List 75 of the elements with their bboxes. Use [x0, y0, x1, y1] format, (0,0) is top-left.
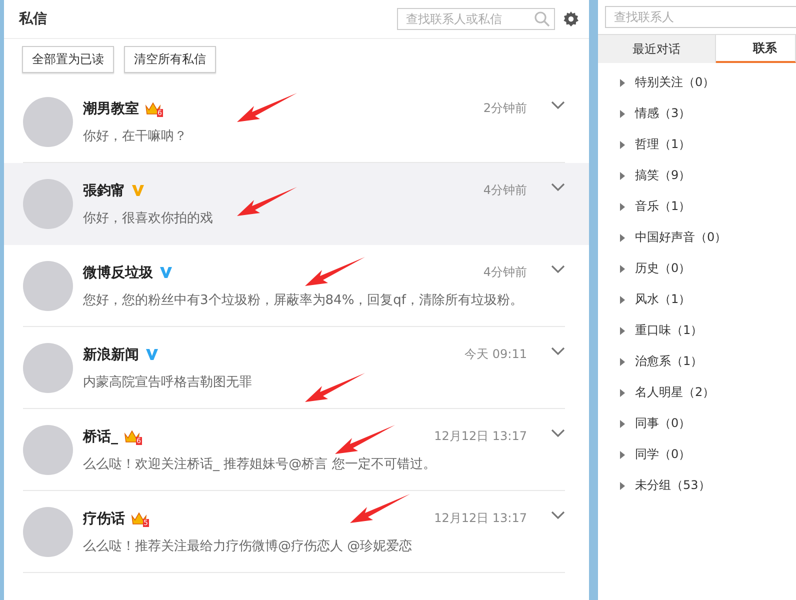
message-preview: 内蒙高院宣告呼格吉勒图无罪	[83, 374, 252, 390]
avatar	[23, 261, 73, 311]
contact-name: 潮男教室	[83, 100, 139, 118]
contact-name: 疗伤话	[83, 510, 125, 528]
chevron-down-icon[interactable]	[551, 101, 565, 110]
conversation-row[interactable]: 張鈞甯 4分钟前 你好，很喜欢你拍的戏	[4, 163, 589, 245]
message-preview: 你好，在干嘛呐？	[83, 128, 187, 144]
expand-triangle-icon[interactable]	[620, 202, 625, 210]
expand-triangle-icon[interactable]	[620, 358, 625, 366]
contact-search-field[interactable]: 查找联系人	[605, 6, 796, 28]
annotation-arrow	[349, 493, 411, 525]
contact-group[interactable]: 历史（0）	[598, 253, 697, 284]
expand-triangle-icon[interactable]	[620, 234, 625, 242]
contact-name: 微博反垃圾	[83, 264, 153, 282]
expand-triangle-icon[interactable]	[620, 78, 625, 86]
expand-triangle-icon[interactable]	[620, 450, 625, 458]
avatar	[23, 507, 73, 557]
expand-triangle-icon[interactable]	[620, 482, 625, 490]
contact-group[interactable]: 情感（3）	[598, 98, 697, 129]
action-button[interactable]: 清空所有私信	[124, 46, 216, 73]
contact-group[interactable]: 名人明星（2）	[598, 377, 721, 408]
tab[interactable]: 最近对话	[598, 35, 716, 63]
settings-icon[interactable]	[563, 11, 579, 27]
message-time: 4分钟前	[483, 182, 527, 199]
expand-triangle-icon[interactable]	[620, 264, 625, 272]
annotation-arrow	[304, 372, 366, 404]
message-preview: 你好，很喜欢你拍的戏	[83, 210, 213, 226]
message-preview: 您好，您的粉丝中有3个垃圾粉，屏蔽率为84%，回复qf，清除所有垃圾粉。	[83, 292, 523, 308]
action-button[interactable]: 全部置为已读	[22, 46, 114, 73]
expand-triangle-icon[interactable]	[620, 140, 625, 148]
contact-name: 新浪新闻	[83, 346, 139, 364]
avatar	[23, 343, 73, 393]
expand-triangle-icon[interactable]	[620, 172, 625, 180]
contact-group[interactable]: 音乐（1）	[598, 191, 697, 222]
conversation-row[interactable]: 新浪新闻 今天 09:11 内蒙高院宣告呼格吉勒图无罪	[4, 327, 589, 409]
contact-group[interactable]: 中国好声音（0）	[598, 222, 733, 253]
contact-name: 張鈞甯	[83, 182, 125, 200]
expand-triangle-icon[interactable]	[620, 420, 625, 428]
contact-group[interactable]: 哲理（1）	[598, 129, 697, 160]
tab[interactable]: 联系	[716, 35, 796, 63]
contact-group[interactable]: 同学（0）	[598, 439, 697, 470]
contact-group[interactable]: 治愈系（1）	[598, 346, 709, 377]
annotation-arrow	[304, 256, 366, 288]
message-time: 今天 09:11	[464, 346, 527, 363]
expand-triangle-icon[interactable]	[620, 296, 625, 304]
avatar	[23, 97, 73, 147]
annotation-arrow	[236, 186, 298, 218]
contact-group[interactable]: 风水（1）	[598, 284, 697, 315]
contact-group[interactable]: 未分组（53）	[598, 470, 716, 501]
contact-group[interactable]: 重口味（1）	[598, 315, 709, 346]
annotation-arrow	[236, 92, 298, 124]
expand-triangle-icon[interactable]	[620, 326, 625, 334]
contact-group[interactable]: 特别关注（0）	[598, 67, 721, 98]
annotation-arrow	[334, 424, 396, 456]
avatar	[23, 179, 73, 229]
search-field[interactable]: 查找联系人或私信	[397, 8, 555, 30]
chevron-down-icon[interactable]	[551, 183, 565, 192]
contact-group[interactable]: 搞笑（9）	[598, 160, 697, 191]
avatar	[23, 425, 73, 475]
contact-name: 桥话_	[83, 428, 118, 446]
message-time: 4分钟前	[483, 264, 527, 281]
message-preview: 么么哒！欢迎关注桥话_ 推荐姐妹号@桥言 您一定不可错过。	[83, 456, 436, 472]
message-time: 12月12日 13:17	[434, 510, 527, 527]
expand-triangle-icon[interactable]	[620, 110, 625, 118]
conversation-row[interactable]: 微博反垃圾 4分钟前 您好，您的粉丝中有3个垃圾粉，屏蔽率为84%，回复qf，清除所有垃圾粉。	[4, 245, 589, 327]
chevron-down-icon[interactable]	[551, 511, 565, 520]
chevron-down-icon[interactable]	[551, 429, 565, 438]
message-time: 2分钟前	[483, 100, 527, 117]
expand-triangle-icon[interactable]	[620, 388, 625, 396]
chevron-down-icon[interactable]	[551, 265, 565, 274]
chevron-down-icon[interactable]	[551, 347, 565, 356]
contact-group[interactable]: 同事（0）	[598, 408, 697, 439]
message-preview: 么么哒！推荐关注最给力疗伤微博@疗伤恋人 @珍妮爱恋	[83, 538, 412, 554]
panel-title: 私信	[19, 10, 48, 28]
message-time: 12月12日 13:17	[434, 428, 527, 445]
